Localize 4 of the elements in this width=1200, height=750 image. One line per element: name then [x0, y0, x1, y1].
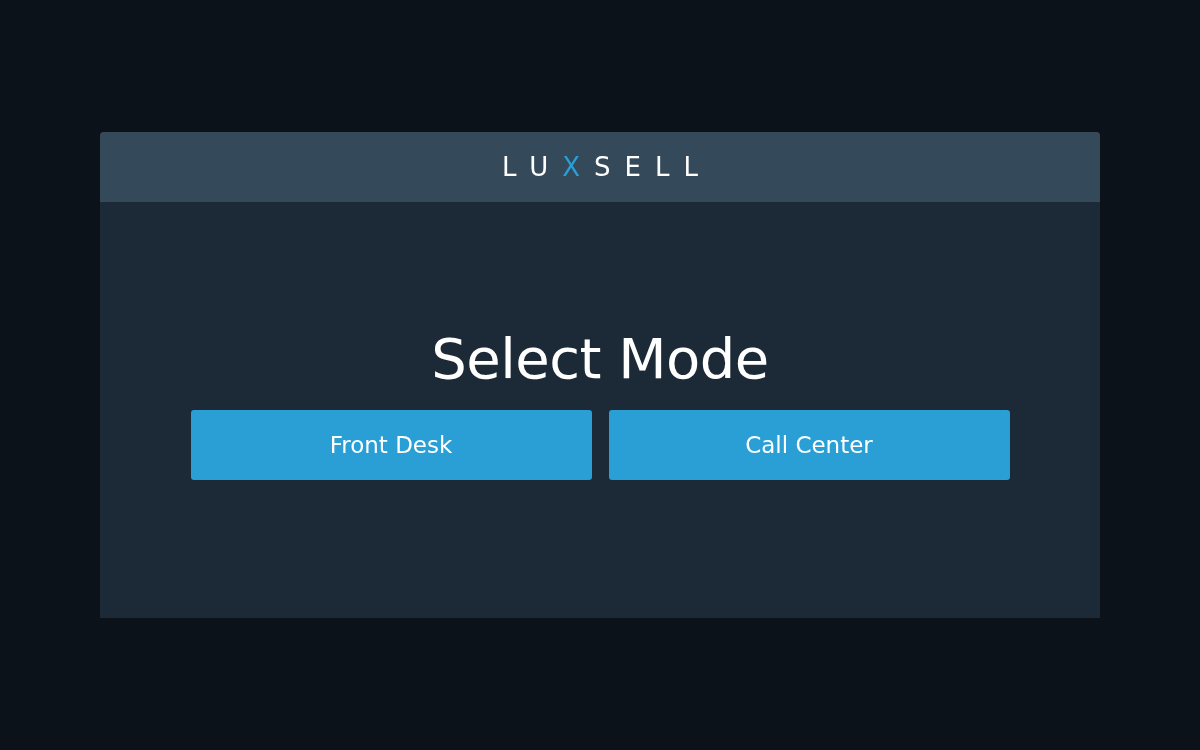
- mode-button[interactable]: Front Desk: [190, 410, 592, 480]
- logo: LU X SELL: [501, 152, 712, 182]
- mode-button[interactable]: Call Center: [608, 410, 1010, 480]
- page-title: Select Mode: [431, 326, 769, 392]
